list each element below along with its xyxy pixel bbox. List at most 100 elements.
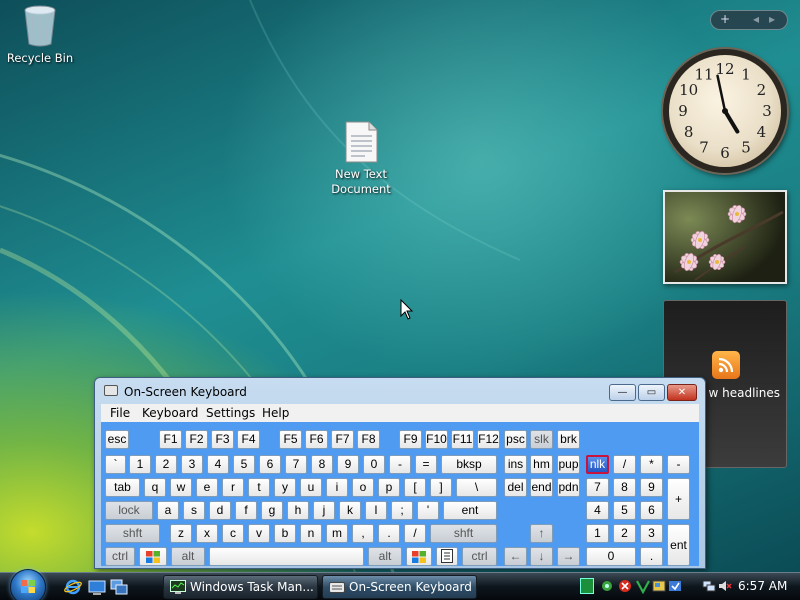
network-sharing-icon[interactable] <box>600 578 614 594</box>
key-f12[interactable]: F12 <box>477 430 500 449</box>
key-home[interactable]: hm <box>530 455 553 474</box>
key-f2[interactable]: F2 <box>185 430 208 449</box>
desktop[interactable]: Recycle Bin New Text Document + ◂ ▸ 12 1 2… <box>0 0 800 572</box>
key-7[interactable]: 7 <box>285 455 307 474</box>
key-3[interactable]: 3 <box>181 455 203 474</box>
menu-settings[interactable]: Settings <box>206 406 255 420</box>
show-desktop-quicklaunch[interactable] <box>88 578 106 596</box>
on-screen-keyboard-window[interactable]: On-Screen Keyboard — ▭ ✕ File Keyboard S… <box>94 377 706 569</box>
key-l[interactable]: l <box>365 501 387 520</box>
key-f8[interactable]: F8 <box>357 430 380 449</box>
key-t[interactable]: t <box>248 478 270 497</box>
key-y[interactable]: y <box>274 478 296 497</box>
key-left-shift[interactable]: shft <box>105 524 160 543</box>
key-b[interactable]: b <box>274 524 296 543</box>
key-right-bracket[interactable]: ] <box>430 478 452 497</box>
menu-keyboard[interactable]: Keyboard <box>142 406 198 420</box>
key-f7[interactable]: F7 <box>331 430 354 449</box>
key-page-down[interactable]: pdn <box>557 478 580 497</box>
key-esc[interactable]: esc <box>105 430 129 449</box>
key-v[interactable]: v <box>248 524 270 543</box>
key-8[interactable]: 8 <box>311 455 333 474</box>
key-numpad-5[interactable]: 5 <box>613 501 636 520</box>
key-u[interactable]: u <box>300 478 322 497</box>
key-semicolon[interactable]: ; <box>391 501 413 520</box>
key-f3[interactable]: F3 <box>211 430 234 449</box>
key-left-alt[interactable]: alt <box>171 547 205 566</box>
key-numpad-divide[interactable]: / <box>613 455 636 474</box>
close-button[interactable]: ✕ <box>667 384 697 401</box>
key-w[interactable]: w <box>170 478 192 497</box>
key-m[interactable]: m <box>326 524 348 543</box>
key-p[interactable]: p <box>378 478 400 497</box>
recycle-bin-shortcut[interactable]: Recycle Bin <box>6 4 74 66</box>
key-arrow-up[interactable]: ↑ <box>530 524 553 543</box>
key-a[interactable]: a <box>157 501 179 520</box>
key-k[interactable]: k <box>339 501 361 520</box>
key-enter[interactable]: ent <box>443 501 497 520</box>
key-insert[interactable]: ins <box>504 455 527 474</box>
key-minus[interactable]: - <box>389 455 411 474</box>
key-numpad-8[interactable]: 8 <box>613 478 636 497</box>
key-numpad-9[interactable]: 9 <box>640 478 663 497</box>
key-n[interactable]: n <box>300 524 322 543</box>
key-numpad-0[interactable]: 0 <box>586 547 636 566</box>
key-slash[interactable]: / <box>404 524 426 543</box>
key-e[interactable]: e <box>196 478 218 497</box>
key-slk[interactable]: slk <box>530 430 553 449</box>
key-comma[interactable]: , <box>352 524 374 543</box>
key-f10[interactable]: F10 <box>425 430 448 449</box>
key-arrow-right[interactable]: → <box>557 547 580 566</box>
key-s[interactable]: s <box>183 501 205 520</box>
key-f1[interactable]: F1 <box>159 430 182 449</box>
gadget-next-button[interactable]: ▸ <box>769 12 775 26</box>
volume-muted-icon[interactable] <box>718 578 732 594</box>
taskbar-button-on-screen-keyboard[interactable]: On-Screen Keyboard <box>322 575 477 599</box>
key-r[interactable]: r <box>222 478 244 497</box>
key-right-alt[interactable]: alt <box>368 547 402 566</box>
key-numpad-decimal[interactable]: . <box>640 547 663 566</box>
key-brk[interactable]: brk <box>557 430 580 449</box>
key-numpad-4[interactable]: 4 <box>586 501 609 520</box>
key-f[interactable]: f <box>235 501 257 520</box>
tray-app-icon[interactable] <box>652 578 666 594</box>
key-numpad-enter[interactable]: ent <box>667 524 690 566</box>
key-numpad-3[interactable]: 3 <box>640 524 663 543</box>
key-f6[interactable]: F6 <box>305 430 328 449</box>
resource-meter-icon[interactable] <box>580 578 594 594</box>
osk-titlebar[interactable]: On-Screen Keyboard — ▭ ✕ <box>95 378 705 404</box>
key-q[interactable]: q <box>144 478 166 497</box>
key-numpad-2[interactable]: 2 <box>613 524 636 543</box>
key-left-windows[interactable] <box>139 547 167 566</box>
key-6[interactable]: 6 <box>259 455 281 474</box>
key-menu[interactable] <box>436 547 458 566</box>
key-i[interactable]: i <box>326 478 348 497</box>
network-icon[interactable] <box>702 578 716 594</box>
key-caps-lock[interactable]: lock <box>105 501 153 520</box>
key-right-ctrl[interactable]: ctrl <box>462 547 497 566</box>
key-page-up[interactable]: pup <box>557 455 580 474</box>
key-h[interactable]: h <box>287 501 309 520</box>
taskbar-clock[interactable]: 6:57 AM <box>738 579 787 593</box>
key-num-lock[interactable]: nlk <box>586 455 609 474</box>
key-end[interactable]: end <box>530 478 553 497</box>
key-numpad-multiply[interactable]: * <box>640 455 663 474</box>
security-alert-icon[interactable] <box>618 578 632 594</box>
add-gadget-button[interactable]: + <box>720 12 730 26</box>
key-quote[interactable]: ' <box>417 501 439 520</box>
key-x[interactable]: x <box>196 524 218 543</box>
key-f11[interactable]: F11 <box>451 430 474 449</box>
key-arrow-down[interactable]: ↓ <box>530 547 553 566</box>
key-right-windows[interactable] <box>406 547 432 566</box>
key-tab[interactable]: tab <box>105 478 140 497</box>
antivirus-icon[interactable] <box>636 578 650 595</box>
new-text-document-shortcut[interactable]: New Text Document <box>325 120 397 197</box>
start-button[interactable] <box>10 569 46 600</box>
key-f9[interactable]: F9 <box>399 430 422 449</box>
gadget-prev-button[interactable]: ◂ <box>753 12 759 26</box>
maximize-button[interactable]: ▭ <box>638 384 665 401</box>
key-9[interactable]: 9 <box>337 455 359 474</box>
key-left-bracket[interactable]: [ <box>404 478 426 497</box>
menu-file[interactable]: File <box>110 406 130 420</box>
key-space[interactable] <box>209 547 364 566</box>
